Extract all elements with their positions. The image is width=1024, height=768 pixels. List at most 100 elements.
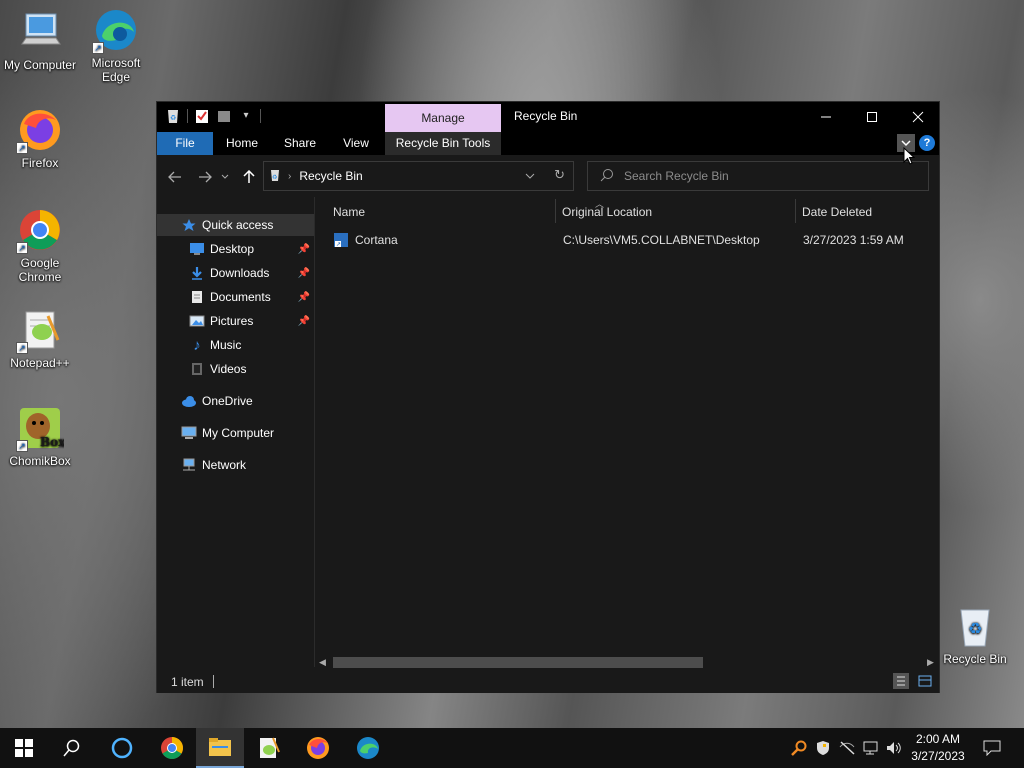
- desktop-icon-label: ChomikBox: [9, 454, 71, 468]
- column-divider[interactable]: [555, 199, 556, 223]
- music-icon: ♪: [193, 336, 201, 354]
- sidebar-item-music[interactable]: ♪ Music: [157, 334, 314, 356]
- customize-toolbar-icon[interactable]: ▾: [238, 108, 254, 124]
- recycle-bin-small-icon: ♻: [268, 168, 282, 185]
- svg-text:♻: ♻: [968, 619, 982, 638]
- pin-icon[interactable]: 📌: [298, 316, 310, 327]
- minimize-button[interactable]: [803, 102, 849, 132]
- edge-icon: ↗: [92, 6, 140, 54]
- desktop-icon-google-chrome[interactable]: ↗ Google Chrome: [0, 206, 80, 284]
- file-name: Cortana: [355, 233, 398, 247]
- search-input[interactable]: [624, 169, 904, 183]
- recycle-bin-small-icon[interactable]: ♻: [165, 108, 181, 124]
- scrollbar-thumb[interactable]: [333, 657, 703, 668]
- large-icons-view-button[interactable]: [917, 673, 933, 689]
- help-button[interactable]: ?: [919, 135, 935, 151]
- desktop-icon-label: Microsoft Edge: [91, 56, 141, 84]
- cortana-button[interactable]: [98, 728, 146, 768]
- action-center-button[interactable]: [980, 728, 1004, 768]
- horizontal-scrollbar[interactable]: ◀ ▶: [315, 655, 939, 669]
- sidebar-item-label: Documents: [210, 290, 271, 304]
- scroll-left-icon[interactable]: ◀: [319, 655, 326, 669]
- desktop-icon-firefox[interactable]: ↗ Firefox: [0, 106, 80, 170]
- pictures-icon: [189, 313, 205, 329]
- taskbar-notepad-plus-plus[interactable]: [244, 728, 292, 768]
- table-row[interactable]: ↗ Cortana C:\Users\VM5.COLLABNET\Desktop…: [329, 230, 929, 250]
- svg-text:♻: ♻: [272, 174, 277, 181]
- toolbar-divider: [187, 109, 188, 123]
- address-dropdown-button[interactable]: [525, 170, 535, 184]
- breadcrumb-recycle-bin[interactable]: Recycle Bin: [299, 169, 362, 183]
- tray-network[interactable]: [860, 728, 882, 768]
- desktop-icon: [189, 241, 205, 257]
- sidebar-item-videos[interactable]: Videos: [157, 358, 314, 380]
- sidebar-item-onedrive[interactable]: OneDrive: [157, 390, 314, 412]
- column-header-original-location[interactable]: Original Location: [562, 197, 792, 227]
- sidebar-item-label: Downloads: [210, 266, 270, 280]
- sidebar-item-my-computer[interactable]: My Computer: [157, 422, 314, 444]
- back-button[interactable]: [165, 167, 185, 187]
- column-header-name[interactable]: Name: [333, 197, 553, 227]
- close-button[interactable]: [895, 102, 941, 132]
- tab-manage[interactable]: Manage: [385, 104, 501, 132]
- toolbar-divider: [260, 109, 261, 123]
- details-view-button[interactable]: [893, 673, 909, 689]
- tab-view[interactable]: View: [333, 132, 379, 155]
- taskbar-file-explorer[interactable]: [196, 728, 244, 768]
- tab-share[interactable]: Share: [277, 132, 323, 155]
- desktop-icon-label: Notepad++: [10, 356, 70, 370]
- sidebar-item-network[interactable]: Network: [157, 454, 314, 476]
- sidebar-item-pictures[interactable]: Pictures 📌: [157, 310, 314, 332]
- up-button[interactable]: [239, 167, 259, 187]
- scroll-right-icon[interactable]: ▶: [927, 655, 934, 669]
- tab-file[interactable]: File: [157, 132, 213, 155]
- computer-icon: [181, 425, 197, 441]
- arrow-up-icon: [243, 170, 255, 183]
- navigation-bar: ♻ › Recycle Bin ↻: [157, 155, 939, 197]
- sidebar-item-downloads[interactable]: Downloads 📌: [157, 262, 314, 284]
- desktop-icon-chomikbox[interactable]: Box ↗ ChomikBox: [0, 404, 80, 468]
- column-divider[interactable]: [795, 199, 796, 223]
- chrome-icon: [161, 737, 183, 759]
- pin-icon[interactable]: 📌: [298, 244, 310, 255]
- file-icon: ↗: [333, 232, 349, 251]
- desktop-icon-recycle-bin[interactable]: ♻ Recycle Bin: [935, 602, 1015, 666]
- status-divider: [213, 675, 214, 688]
- desktop-icon-my-computer[interactable]: My Computer: [0, 8, 80, 72]
- sidebar-item-documents[interactable]: Documents 📌: [157, 286, 314, 308]
- forward-button[interactable]: [195, 167, 215, 187]
- tray-network-disconnected[interactable]: [836, 728, 858, 768]
- taskbar-clock[interactable]: 2:00 AM 3/27/2023: [900, 731, 976, 765]
- notepad-plus-plus-icon: [260, 737, 280, 758]
- sidebar-item-desktop[interactable]: Desktop 📌: [157, 238, 314, 260]
- search-box[interactable]: [587, 161, 929, 191]
- tab-home[interactable]: Home: [219, 132, 265, 155]
- taskbar: 2:00 AM 3/27/2023: [0, 728, 1024, 768]
- large-icons-view-icon: [918, 675, 932, 687]
- address-bar[interactable]: ♻ › Recycle Bin ↻: [263, 161, 574, 191]
- tab-recycle-bin-tools[interactable]: Recycle Bin Tools: [385, 132, 501, 155]
- refresh-button[interactable]: ↻: [554, 167, 565, 183]
- sidebar-item-quick-access[interactable]: Quick access: [157, 214, 314, 236]
- column-header-date-deleted[interactable]: Date Deleted: [802, 197, 932, 227]
- new-folder-icon[interactable]: [216, 108, 232, 124]
- pin-icon[interactable]: 📌: [298, 268, 310, 279]
- svg-text:Box: Box: [40, 435, 64, 449]
- pin-icon[interactable]: 📌: [298, 292, 310, 303]
- taskbar-chrome[interactable]: [148, 728, 196, 768]
- maximize-button[interactable]: [849, 102, 895, 132]
- start-button[interactable]: [0, 728, 48, 768]
- window-title: Recycle Bin: [514, 109, 578, 123]
- notepad-plus-plus-icon: ↗: [16, 306, 64, 354]
- taskbar-firefox[interactable]: [294, 728, 342, 768]
- tray-security[interactable]: [812, 728, 834, 768]
- desktop-icon-notepad-plus-plus[interactable]: ↗ Notepad++: [0, 306, 80, 370]
- recent-locations-button[interactable]: [219, 167, 231, 187]
- search-button[interactable]: [48, 728, 96, 768]
- tray-search-everything[interactable]: [788, 728, 810, 768]
- clock-time: 2:00 AM: [915, 732, 961, 746]
- properties-icon[interactable]: [194, 108, 210, 124]
- item-count: 1 item: [171, 675, 204, 689]
- taskbar-edge[interactable]: [344, 728, 392, 768]
- desktop-icon-microsoft-edge[interactable]: ↗ Microsoft Edge: [76, 6, 156, 84]
